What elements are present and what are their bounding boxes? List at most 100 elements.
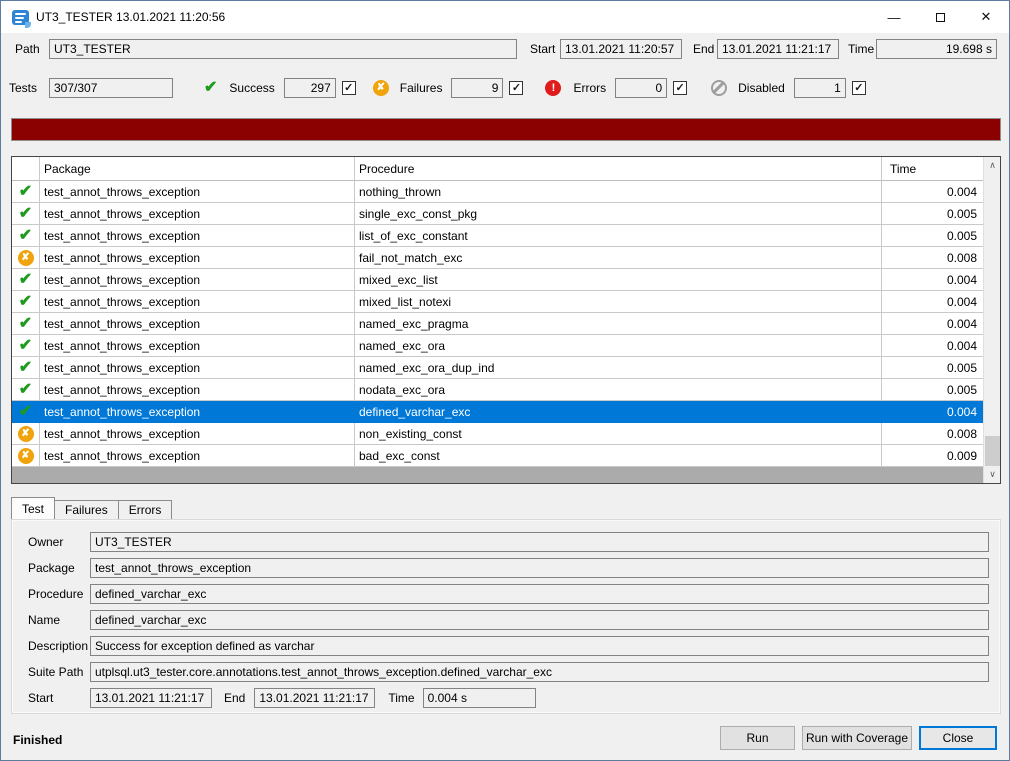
error-icon: ! xyxy=(545,80,561,96)
close-button[interactable]: ✕ xyxy=(963,1,1009,33)
scrollbar-thumb[interactable] xyxy=(985,436,1000,466)
table-row[interactable]: ✔ test_annot_throws_exception mixed_list… xyxy=(12,291,983,313)
procedure-cell: named_exc_ora_dup_ind xyxy=(355,357,882,379)
scroll-down-button[interactable]: ∨ xyxy=(984,466,1001,483)
success-filter-checkbox[interactable]: ✓ xyxy=(342,81,356,95)
procedure-cell: mixed_list_notexi xyxy=(355,291,882,313)
table-empty-area xyxy=(12,467,983,483)
suite-path-field[interactable] xyxy=(90,662,989,682)
results-table-header: Package Procedure Time xyxy=(12,157,983,181)
status-cell: ✔ xyxy=(12,203,40,225)
vertical-scrollbar[interactable]: ∧ ∨ xyxy=(983,157,1000,483)
time-cell: 0.004 xyxy=(882,291,983,313)
success-label: Success xyxy=(229,81,274,95)
status-cell: ✔ xyxy=(12,181,40,203)
package-column-header[interactable]: Package xyxy=(40,157,355,181)
package-cell: test_annot_throws_exception xyxy=(40,313,355,335)
checkbox-check-icon: ✓ xyxy=(854,83,863,94)
procedure-cell: nodata_exc_ora xyxy=(355,379,882,401)
procedure-cell: non_existing_const xyxy=(355,423,882,445)
errors-count-field[interactable] xyxy=(615,78,667,98)
scroll-up-icon: ∧ xyxy=(989,160,996,171)
table-row[interactable]: ✘ test_annot_throws_exception fail_not_m… xyxy=(12,247,983,269)
package-cell: test_annot_throws_exception xyxy=(40,181,355,203)
time-column-header[interactable]: Time xyxy=(882,157,983,181)
description-field[interactable] xyxy=(90,636,989,656)
procedure-label: Procedure xyxy=(28,587,90,601)
window-controls: — ✕ xyxy=(871,1,1009,33)
errors-label: Errors xyxy=(573,81,606,95)
table-row[interactable]: ✔ test_annot_throws_exception named_exc_… xyxy=(12,313,983,335)
run-button[interactable]: Run xyxy=(720,726,795,750)
close-dialog-button[interactable]: Close xyxy=(919,726,997,750)
disabled-icon xyxy=(711,80,727,96)
scroll-down-icon: ∨ xyxy=(989,469,996,480)
time-cell: 0.005 xyxy=(882,379,983,401)
maximize-button[interactable] xyxy=(917,1,963,33)
name-field[interactable] xyxy=(90,610,989,630)
table-row[interactable]: ✘ test_annot_throws_exception non_existi… xyxy=(12,423,983,445)
tab-failures[interactable]: Failures xyxy=(54,500,119,519)
success-counter: ✔ Success ✓ xyxy=(204,78,356,98)
time-cell: 0.004 xyxy=(882,313,983,335)
package-field[interactable] xyxy=(90,558,989,578)
owner-field[interactable] xyxy=(90,532,989,552)
procedure-cell: named_exc_ora xyxy=(355,335,882,357)
disabled-count-field[interactable] xyxy=(794,78,846,98)
tests-field[interactable] xyxy=(49,78,173,98)
time-field[interactable] xyxy=(876,39,997,59)
procedure-cell: fail_not_match_exc xyxy=(355,247,882,269)
table-row[interactable]: ✔ test_annot_throws_exception single_exc… xyxy=(12,203,983,225)
detail-time-field[interactable] xyxy=(423,688,536,708)
success-icon: ✔ xyxy=(204,80,217,96)
package-label: Package xyxy=(28,561,90,575)
summary-row-path: Path Start End Time xyxy=(1,38,1009,60)
description-label: Description xyxy=(28,639,90,653)
details-panel: Owner Package Procedure Name Description… xyxy=(11,519,1001,714)
owner-label: Owner xyxy=(28,535,90,549)
tab-errors[interactable]: Errors xyxy=(118,500,173,519)
failures-label: Failures xyxy=(400,81,443,95)
success-icon: ✔ xyxy=(19,184,32,200)
end-field[interactable] xyxy=(717,39,839,59)
table-row[interactable]: ✔ test_annot_throws_exception nodata_exc… xyxy=(12,379,983,401)
path-field[interactable] xyxy=(49,39,517,59)
success-icon: ✔ xyxy=(19,382,32,398)
tab-test[interactable]: Test xyxy=(11,497,55,519)
time-cell: 0.005 xyxy=(882,357,983,379)
table-row[interactable]: ✔ test_annot_throws_exception nothing_th… xyxy=(12,181,983,203)
failures-count-field[interactable] xyxy=(451,78,503,98)
table-row[interactable]: ✔ test_annot_throws_exception list_of_ex… xyxy=(12,225,983,247)
status-cell: ✔ xyxy=(12,379,40,401)
procedure-cell: defined_varchar_exc xyxy=(355,401,882,423)
table-row[interactable]: ✔ test_annot_throws_exception defined_va… xyxy=(12,401,983,423)
minimize-button[interactable]: — xyxy=(871,1,917,33)
status-cell: ✘ xyxy=(12,423,40,445)
detail-end-field[interactable] xyxy=(254,688,375,708)
status-column-header[interactable] xyxy=(12,157,40,181)
table-row[interactable]: ✔ test_annot_throws_exception named_exc_… xyxy=(12,357,983,379)
status-cell: ✔ xyxy=(12,401,40,423)
errors-counter: ! Errors ✓ xyxy=(545,78,687,98)
status-cell: ✔ xyxy=(12,313,40,335)
scroll-up-button[interactable]: ∧ xyxy=(984,157,1001,174)
run-with-coverage-button[interactable]: Run with Coverage xyxy=(802,726,912,750)
detail-start-field[interactable] xyxy=(90,688,212,708)
package-cell: test_annot_throws_exception xyxy=(40,247,355,269)
maximize-icon xyxy=(936,13,945,22)
table-row[interactable]: ✘ test_annot_throws_exception bad_exc_co… xyxy=(12,445,983,467)
package-cell: test_annot_throws_exception xyxy=(40,423,355,445)
failures-filter-checkbox[interactable]: ✓ xyxy=(509,81,523,95)
table-row[interactable]: ✔ test_annot_throws_exception mixed_exc_… xyxy=(12,269,983,291)
success-icon: ✔ xyxy=(19,294,32,310)
start-field[interactable] xyxy=(560,39,682,59)
table-row[interactable]: ✔ test_annot_throws_exception named_exc_… xyxy=(12,335,983,357)
procedure-field[interactable] xyxy=(90,584,989,604)
status-cell: ✔ xyxy=(12,291,40,313)
procedure-column-header[interactable]: Procedure xyxy=(355,157,882,181)
errors-filter-checkbox[interactable]: ✓ xyxy=(673,81,687,95)
disabled-filter-checkbox[interactable]: ✓ xyxy=(852,81,866,95)
success-count-field[interactable] xyxy=(284,78,336,98)
procedure-cell: mixed_exc_list xyxy=(355,269,882,291)
description-row: Description xyxy=(28,636,989,656)
